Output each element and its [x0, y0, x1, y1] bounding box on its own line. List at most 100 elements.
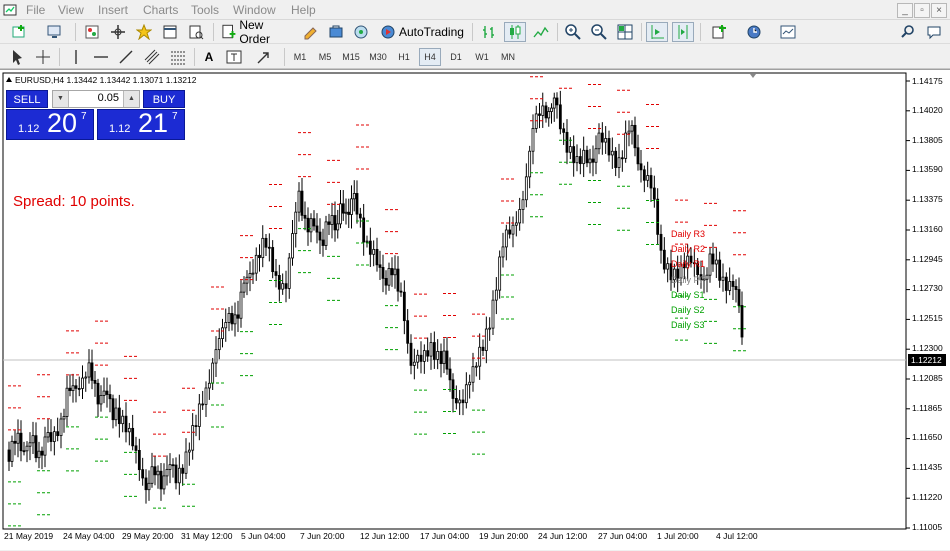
ask-price-button[interactable]: 1.12 21 7 — [97, 108, 185, 140]
favorites-button[interactable] — [133, 22, 155, 42]
candle-body — [121, 415, 125, 425]
sell-button[interactable]: SELL — [6, 90, 48, 108]
navigator-button[interactable] — [107, 22, 129, 42]
chart-shift-button[interactable] — [672, 22, 694, 42]
horizontal-line-button[interactable] — [90, 47, 112, 67]
price-axis-label: 1.11435 — [912, 462, 943, 472]
menu-help[interactable]: Help — [291, 3, 316, 17]
candle-body — [264, 237, 268, 248]
zoom-in-button[interactable] — [562, 22, 584, 42]
menu-file[interactable]: File — [26, 3, 45, 17]
timeframe-h4[interactable]: H4 — [419, 48, 441, 66]
candle-body — [666, 263, 670, 270]
candle-body — [254, 254, 258, 274]
line-chart-button[interactable] — [530, 22, 552, 42]
data-window-button[interactable] — [159, 22, 181, 42]
new-chart-button[interactable] — [4, 22, 36, 42]
profiles-button[interactable] — [40, 22, 70, 42]
arrows-button[interactable] — [250, 47, 278, 67]
candle-body — [607, 138, 611, 156]
candle-body — [461, 399, 465, 404]
minimize-button[interactable]: _ — [897, 3, 913, 18]
timeframe-m5[interactable]: M5 — [314, 48, 336, 66]
autotrading-icon — [381, 25, 395, 39]
candle-body — [171, 464, 175, 467]
templates-button[interactable] — [773, 22, 803, 42]
candle-body — [375, 248, 379, 266]
autotrading-button[interactable]: AutoTrading — [377, 22, 465, 42]
candle-body — [558, 104, 562, 130]
signals-button[interactable] — [350, 22, 372, 42]
text-icon: A — [204, 50, 214, 64]
cursor-icon — [13, 50, 22, 65]
market-watch-button[interactable] — [81, 22, 103, 42]
market-button[interactable] — [325, 22, 347, 42]
menu-view[interactable]: View — [58, 3, 84, 17]
time-axis-label: 21 May 2019 — [4, 531, 54, 541]
new-order-label: New Order — [239, 18, 271, 46]
strategy-tester-button[interactable] — [185, 22, 207, 42]
chart-shift-marker — [750, 74, 756, 78]
candle-body — [384, 277, 388, 286]
trendline-button[interactable] — [115, 47, 137, 67]
timeframe-m30[interactable]: M30 — [366, 48, 390, 66]
candle-body — [236, 314, 240, 319]
restore-button[interactable]: ▫ — [914, 3, 930, 18]
time-axis-label: 24 May 04:00 — [63, 531, 115, 541]
menu-charts[interactable]: Charts — [143, 3, 178, 17]
equidistant-channel-button[interactable] — [141, 47, 163, 67]
fibonacci-button[interactable] — [167, 47, 189, 67]
price-axis-label: 1.12085 — [912, 373, 943, 383]
lot-decrease-icon[interactable]: ▼ — [53, 91, 69, 107]
menu-window[interactable]: Window — [233, 3, 276, 17]
price-axis-label: 1.11005 — [912, 522, 943, 532]
indicators-button[interactable] — [705, 22, 735, 42]
timeframe-w1[interactable]: W1 — [471, 48, 493, 66]
crosshair-button[interactable] — [32, 47, 54, 67]
lot-size-stepper[interactable]: ▼ 0.05 ▲ — [52, 90, 140, 108]
chart-collapse-arrow-icon[interactable] — [6, 77, 12, 82]
menu-insert[interactable]: Insert — [98, 3, 128, 17]
timeframe-h1[interactable]: H1 — [393, 48, 415, 66]
search-button[interactable] — [897, 22, 919, 42]
candle-body — [550, 107, 553, 112]
buy-button[interactable]: BUY — [143, 90, 185, 108]
zoom-out-button[interactable] — [588, 22, 610, 42]
candlestick-button[interactable] — [504, 22, 526, 42]
timeframe-d1[interactable]: D1 — [445, 48, 467, 66]
text-label-button[interactable] — [223, 47, 245, 67]
chart-window[interactable]: EURUSD,H4 1.13442 1.13442 1.13071 1.1321… — [0, 69, 950, 550]
lot-size-input[interactable]: 0.05 — [71, 92, 121, 104]
candle-body — [300, 190, 304, 216]
autoscroll-button[interactable] — [646, 22, 668, 42]
new-order-button[interactable]: New Order — [218, 18, 296, 46]
candle-body — [62, 416, 66, 420]
vertical-line-button[interactable] — [65, 47, 87, 67]
timeframe-m15[interactable]: M15 — [339, 48, 363, 66]
price-chart[interactable] — [0, 70, 950, 551]
text-button[interactable]: A — [198, 47, 220, 67]
candle-body — [281, 283, 285, 290]
candle-body — [552, 97, 556, 109]
app-icon[interactable] — [3, 3, 17, 17]
periods-button[interactable] — [739, 22, 769, 42]
candle-body — [662, 249, 666, 270]
candle-body — [230, 313, 234, 325]
chat-button[interactable] — [923, 22, 945, 42]
time-axis-label: 7 Jun 20:00 — [300, 531, 345, 541]
timeframe-m1[interactable]: M1 — [289, 48, 311, 66]
tile-windows-button[interactable] — [614, 22, 636, 42]
candle-body — [34, 435, 38, 459]
candle-body — [721, 276, 725, 281]
cursor-button[interactable] — [6, 47, 28, 67]
metaeditor-button[interactable] — [300, 22, 322, 42]
lot-increase-icon[interactable]: ▲ — [123, 91, 139, 107]
timeframe-mn[interactable]: MN — [497, 48, 519, 66]
close-button[interactable]: × — [931, 3, 947, 18]
bar-chart-button[interactable] — [478, 22, 500, 42]
candle-body — [150, 466, 154, 484]
bid-price-button[interactable]: 1.12 20 7 — [6, 108, 94, 140]
candle-body — [734, 286, 738, 290]
menu-tools[interactable]: Tools — [191, 3, 219, 17]
time-axis-label: 12 Jun 12:00 — [360, 531, 410, 541]
